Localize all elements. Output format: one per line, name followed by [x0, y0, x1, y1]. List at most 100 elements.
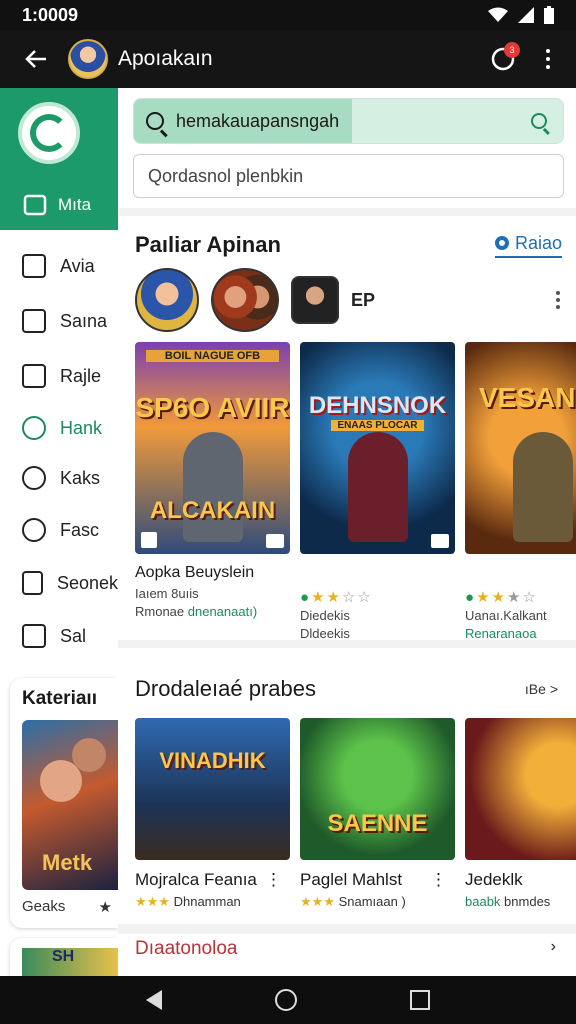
search-bar[interactable]: hemakauapansngah	[133, 98, 564, 144]
game-card-art-text: VINADHIK	[159, 748, 266, 773]
game-card-art-text: DEHNSNOK	[308, 392, 447, 419]
game-card-art-text: SP6O AVIIR	[135, 392, 290, 423]
game-card-title	[465, 564, 576, 586]
sidebar-item-label: Sal	[60, 625, 87, 646]
popular-section: Drodaleıaé prabes ıBe > VINADHIK Mojralc…	[118, 648, 576, 924]
game-card-image: VINADHIK	[135, 718, 290, 860]
featured-section: Paıliar Apinan Raiao EP BOIL NAGUE OFB S…	[118, 216, 576, 641]
status-bar: 1:0009	[0, 0, 576, 30]
nav-recents-icon[interactable]	[409, 990, 430, 1010]
sidebar-item-label: Rajle	[60, 365, 102, 386]
nav-back-icon[interactable]	[146, 990, 163, 1010]
next-section[interactable]: Dıaatonoloa ›	[118, 934, 576, 976]
sidebar-item-rajle[interactable]: Rajle	[0, 354, 118, 398]
popular-cards: VINADHIK Mojralca Feanıa ⋮ ★★★ Dhnamman S…	[135, 718, 576, 910]
game-card-meta: bnmdes	[504, 894, 551, 909]
rating-stars: ★★★	[300, 894, 335, 909]
status-time: 1:0009	[22, 4, 79, 25]
sidebar-item-label: Avia	[60, 255, 95, 276]
section-title: Dıaatonoloa	[135, 938, 238, 959]
avatar[interactable]	[68, 39, 108, 79]
game-card[interactable]: DEHNSNOK ENAAS PLOCAR ● ★ ★ ☆ ☆ Diedekis Dld…	[300, 342, 455, 644]
back-button[interactable]	[18, 41, 54, 77]
app-title: Apoıakaın	[118, 47, 213, 70]
search-submit-icon[interactable]	[531, 113, 547, 129]
chat-icon	[22, 416, 46, 440]
game-card-image: BOIL NAGUE OFB SP6O AVIIR ALCAKAIN	[135, 342, 290, 554]
game-avatar-badge[interactable]: EP	[351, 290, 375, 311]
sidebar-item-seonek[interactable]: Seonek	[0, 561, 118, 605]
sidebar-item-active[interactable]: Mıta	[0, 184, 118, 226]
game-card-title: Jedeklk	[465, 870, 523, 889]
app-bar: Apoıakaın 3	[0, 30, 576, 88]
game-card[interactable]: SAENNE Paglel Mahlst ⋮ ★★★ Snamıaan )	[300, 718, 455, 910]
game-card-image: VESANC	[465, 342, 576, 554]
section-link-label: Raiao	[514, 232, 562, 253]
game-card-art-sub: ALCAKAIN	[149, 497, 276, 524]
category-card-image: Metk	[22, 720, 118, 890]
game-card[interactable]: VESANC ●★★★☆ Uanaı.Kalkant Renaranaoa	[465, 342, 576, 644]
chevron-right-icon: >	[549, 681, 558, 697]
search-icon	[146, 112, 164, 130]
game-card[interactable]: BOIL NAGUE OFB SP6O AVIIR ALCAKAIN Aopka…	[135, 342, 290, 644]
game-card-art-text: VESANC	[479, 382, 576, 413]
search-input[interactable]: hemakauapansngah	[176, 111, 531, 132]
sidebar-item-hank[interactable]: Hank	[0, 406, 118, 450]
game-avatar[interactable]	[291, 276, 339, 324]
wifi-icon	[488, 7, 508, 22]
game-card-art-top: BOIL NAGUE OFB	[145, 350, 280, 362]
nav-home-icon[interactable]	[274, 989, 297, 1011]
notification-badge: 3	[504, 42, 520, 58]
home-icon	[22, 254, 46, 278]
more-menu-button[interactable]	[538, 49, 558, 69]
sidebar-item-avia[interactable]: Avia	[0, 244, 118, 288]
more-vert-icon[interactable]: ⋮	[265, 870, 282, 890]
see-more-button[interactable]: ıBe >	[525, 681, 558, 697]
status-icons	[488, 6, 554, 24]
category-card-2[interactable]: SH	[10, 938, 118, 978]
game-card-meta-green: baabk	[465, 894, 501, 909]
rating-stars: ★★★	[135, 894, 170, 909]
section-title: Drodaleıaé prabes	[135, 676, 317, 701]
sidebar-item-kaks[interactable]: Kaks	[0, 456, 118, 500]
category-card-title: Kateriaıı	[22, 688, 97, 709]
rating-stars: ● ★ ★ ★ ☆	[465, 588, 536, 607]
more-vert-icon[interactable]: ⋮	[430, 870, 447, 890]
notification-button[interactable]: 3	[486, 42, 520, 76]
game-avatar[interactable]	[211, 268, 279, 332]
system-nav-bar	[0, 976, 576, 1024]
timer-icon	[22, 518, 46, 542]
category-card-2-art-text: SH	[22, 948, 118, 978]
more-vert-icon[interactable]	[556, 291, 560, 309]
game-card-meta: Diedekis	[300, 608, 350, 623]
game-card-meta-2: Dldeekis	[300, 626, 350, 641]
sidebar-item-sal[interactable]: Sal	[0, 614, 118, 658]
sidebar-active-label: Mıta	[58, 195, 92, 214]
category-card-caption: Geaks	[22, 898, 66, 915]
game-card-image	[465, 718, 576, 860]
gear-icon	[494, 236, 509, 250]
game-card-image: DEHNSNOK ENAAS PLOCAR	[300, 342, 455, 554]
sidebar-item-saina[interactable]: Saına	[0, 299, 118, 343]
game-card[interactable]: VINADHIK Mojralca Feanıa ⋮ ★★★ Dhnamman	[135, 718, 290, 910]
game-card-meta: Dhnamman	[173, 894, 241, 909]
sidebar-item-label: Fasc	[60, 519, 100, 540]
tablet-icon	[23, 194, 47, 216]
app-logo	[18, 102, 80, 164]
game-card-meta: Uanaı.Kalkant	[465, 608, 547, 623]
search-panel: hemakauapansngah Qordasnol plenbkin	[118, 88, 576, 208]
sidebar-item-label: Saına	[60, 310, 108, 331]
game-card-title: Mojralca Feanıa	[135, 870, 257, 889]
main-content: hemakauapansngah Qordasnol plenbkin Paıl…	[118, 88, 576, 976]
sidebar-item-fasc[interactable]: Fasc	[0, 508, 118, 552]
edit-icon	[22, 571, 43, 595]
game-avatar[interactable]	[135, 268, 199, 332]
game-card[interactable]: Jedeklk⌕ baabk bnmdes	[465, 718, 576, 910]
filter-input[interactable]: Qordasnol plenbkin	[133, 154, 564, 198]
chevron-right-icon[interactable]: ›	[551, 938, 556, 976]
sidebar-item-label: Seonek	[56, 572, 118, 593]
section-link[interactable]: Raiao	[494, 232, 562, 258]
category-card[interactable]: Kateriaıı Metk Geaks ★	[10, 678, 118, 928]
star-icon: ★	[98, 899, 112, 916]
game-card-title: Aopka Beuyslein	[135, 564, 255, 581]
